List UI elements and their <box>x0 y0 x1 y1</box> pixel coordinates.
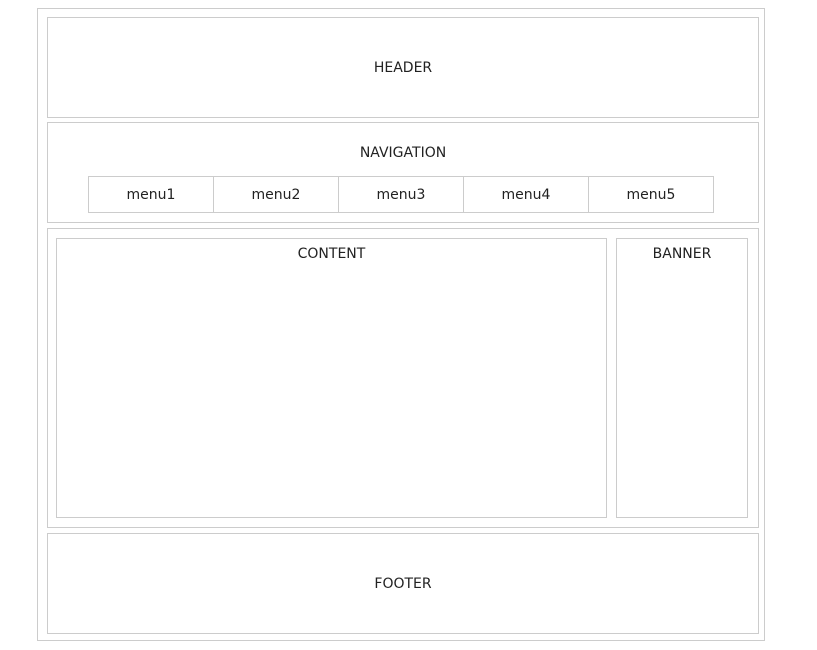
menu-item-label: menu3 <box>376 186 426 203</box>
page-wrapper: HEADER NAVIGATION menu1 menu2 menu3 menu… <box>37 8 765 641</box>
content-panel: CONTENT <box>56 238 607 518</box>
header-section: HEADER <box>47 17 759 118</box>
banner-label: BANNER <box>652 246 712 262</box>
navigation-label: NAVIGATION <box>359 145 447 161</box>
header-label: HEADER <box>373 59 433 76</box>
footer-section: FOOTER <box>47 533 759 634</box>
navigation-section: NAVIGATION menu1 menu2 menu3 menu4 menu5 <box>47 122 759 223</box>
menu-item-label: menu4 <box>501 186 551 203</box>
navigation-menu: menu1 menu2 menu3 menu4 menu5 <box>88 176 714 213</box>
content-label: CONTENT <box>297 246 366 262</box>
menu-item-label: menu1 <box>126 186 176 203</box>
footer-label: FOOTER <box>374 575 432 592</box>
menu-item-1[interactable]: menu1 <box>88 176 214 213</box>
menu-item-2[interactable]: menu2 <box>213 176 339 213</box>
banner-panel: BANNER <box>616 238 748 518</box>
main-section: CONTENT BANNER <box>47 228 759 528</box>
menu-item-3[interactable]: menu3 <box>338 176 464 213</box>
menu-item-5[interactable]: menu5 <box>588 176 714 213</box>
menu-item-label: menu2 <box>251 186 301 203</box>
menu-item-label: menu5 <box>626 186 676 203</box>
menu-item-4[interactable]: menu4 <box>463 176 589 213</box>
